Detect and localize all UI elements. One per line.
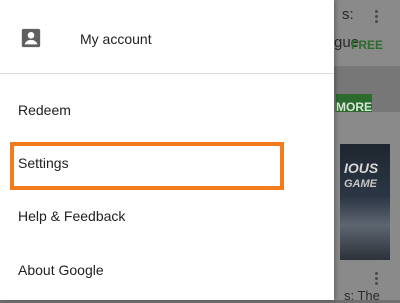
menu-item-about-google[interactable]: About Google [0, 253, 334, 293]
app-card-top-title: s: [342, 6, 354, 23]
game-thumbnail-title: IOUS [344, 160, 379, 176]
menu-item-about-google-label: About Google [18, 262, 104, 278]
menu-item-settings[interactable]: Settings [0, 142, 334, 182]
menu-item-redeem[interactable]: Redeem [0, 93, 334, 133]
my-account-item[interactable]: My account [0, 0, 334, 74]
menu-item-help-feedback-label: Help & Feedback [18, 208, 126, 224]
navigation-drawer: My account Redeem Settings Help & Feedba… [0, 0, 334, 300]
game-thumbnail-subtitle: GAME [344, 178, 377, 190]
free-price-label: FREE [351, 38, 384, 52]
my-account-label: My account [80, 31, 152, 47]
drawer-divider [0, 73, 334, 74]
menu-item-help-feedback[interactable]: Help & Feedback [0, 200, 334, 240]
menu-item-redeem-label: Redeem [18, 102, 71, 118]
app-card-bottom-title: s: The [344, 288, 380, 303]
account-box-icon [21, 28, 41, 48]
more-options-icon-bottom[interactable] [373, 270, 379, 287]
menu-item-settings-label: Settings [18, 155, 69, 171]
more-options-icon-top[interactable] [373, 8, 379, 25]
